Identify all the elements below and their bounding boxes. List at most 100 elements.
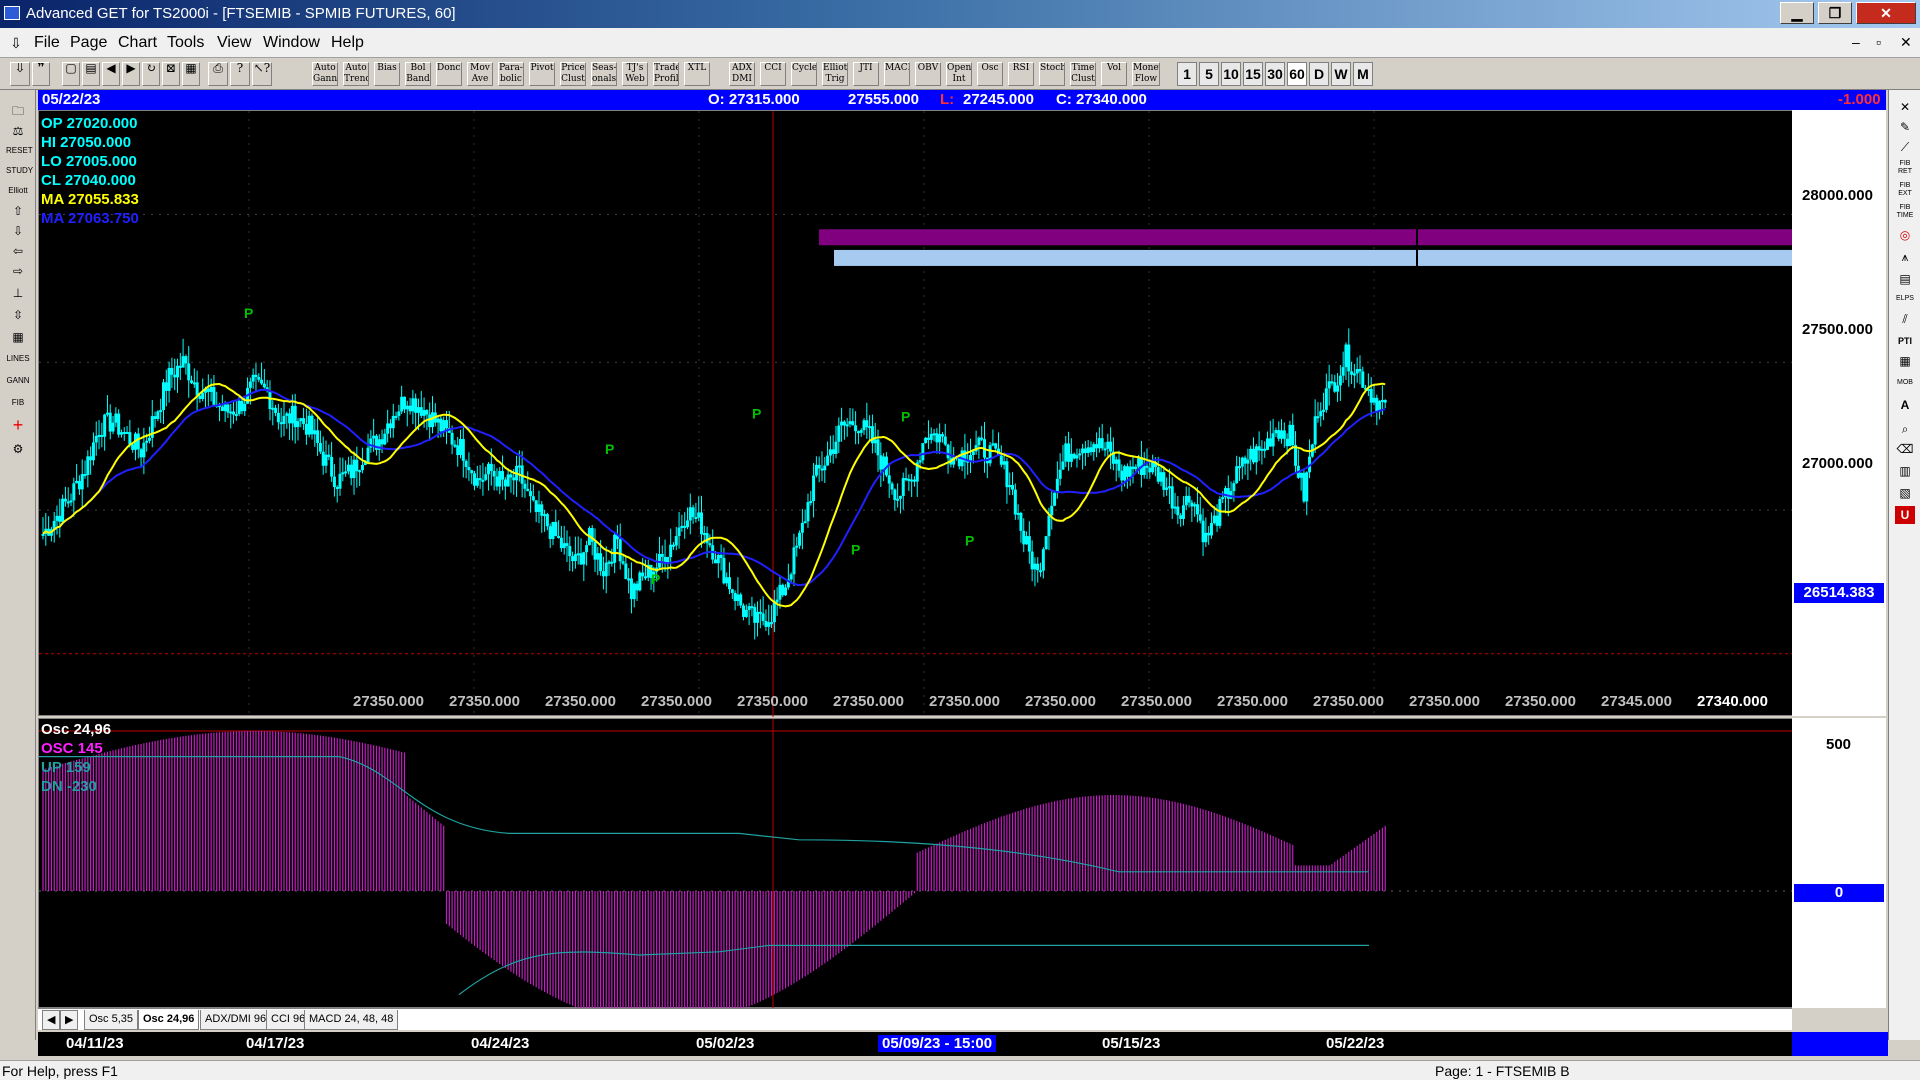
lines-icon[interactable]: LINES: [6, 350, 30, 368]
price-chart[interactable]: P P P P P P P 27350.000 27350.000 27350.000 27350.…: [38, 110, 1886, 717]
gann-fan-icon[interactable]: GANN: [6, 372, 30, 390]
context-help-icon[interactable]: ↖?: [252, 62, 272, 86]
pencil-icon[interactable]: ✎: [1895, 118, 1915, 136]
interval-15[interactable]: 15: [1243, 62, 1263, 86]
menu-window[interactable]: Window: [263, 34, 320, 52]
mdi-restore-button[interactable]: ▫: [1876, 34, 1881, 50]
tool-donch[interactable]: Donch: [436, 62, 462, 86]
interval-60[interactable]: 60: [1287, 62, 1307, 86]
interval-10[interactable]: 10: [1221, 62, 1241, 86]
fib-icon[interactable]: FIB: [6, 394, 30, 412]
tool-open-int[interactable]: Open Int: [946, 62, 972, 86]
oscillator-panel[interactable]: Osc 24,96 OSC 145 UP 159 DN -230: [38, 718, 1886, 1009]
open-icon[interactable]: ▤: [82, 62, 100, 86]
tab-macd[interactable]: MACD 24, 48, 48: [304, 1010, 399, 1030]
interval-30[interactable]: 30: [1265, 62, 1285, 86]
gann-icon[interactable]: ⚖: [6, 122, 30, 140]
delete-icon[interactable]: ⊠: [162, 62, 180, 86]
down-arrow-icon[interactable]: ⇩: [6, 222, 30, 240]
fan-icon[interactable]: ⩚: [1895, 248, 1915, 266]
tool-vol[interactable]: Vol: [1101, 62, 1127, 86]
menu-help[interactable]: Help: [331, 34, 364, 52]
tab-osc-5-35[interactable]: Osc 5,35: [84, 1010, 139, 1030]
menu-file[interactable]: File: [34, 34, 60, 52]
tool-xtl[interactable]: XTL: [684, 62, 710, 86]
text-tool-icon[interactable]: A: [1895, 396, 1915, 414]
data-window-icon[interactable]: ▧: [1895, 484, 1915, 502]
interval-1[interactable]: 1: [1177, 62, 1197, 86]
tool-obv[interactable]: OBV: [915, 62, 941, 86]
back-icon[interactable]: ◀: [102, 62, 120, 86]
tool-auto-gann[interactable]: Auto Gann: [312, 62, 338, 86]
new-page-icon[interactable]: ▢: [62, 62, 80, 86]
close-button[interactable]: ✕: [1856, 2, 1916, 24]
tool-seas-onals[interactable]: Seas-onals: [591, 62, 617, 86]
u-tool-icon[interactable]: U: [1895, 506, 1915, 524]
tool-pivot[interactable]: Pivot: [529, 62, 555, 86]
cross-cursor-icon[interactable]: ✕: [1895, 98, 1915, 116]
magnifier-icon[interactable]: ⌕: [1895, 420, 1915, 438]
restore-button[interactable]: ❐: [1818, 2, 1852, 24]
interval-d[interactable]: D: [1309, 62, 1329, 86]
minimize-button[interactable]: ▁: [1780, 2, 1814, 24]
tab-prev-button[interactable]: ◀: [42, 1010, 61, 1030]
tool-time-clust[interactable]: Time Clust: [1070, 62, 1096, 86]
tool-tj-s-web[interactable]: TJ's Web: [622, 62, 648, 86]
up-arrow-icon[interactable]: ⇧: [6, 202, 30, 220]
trendline-icon[interactable]: ⟋: [1895, 138, 1915, 156]
help-icon[interactable]: ?: [230, 62, 250, 86]
interval-m[interactable]: M: [1353, 62, 1373, 86]
oscillator-scale[interactable]: 500: [1792, 718, 1886, 1008]
zoom-icon[interactable]: ⇳: [6, 306, 30, 324]
tool-rsi[interactable]: RSI: [1008, 62, 1034, 86]
tab-next-button[interactable]: ▶: [60, 1010, 79, 1030]
tool-money-flow[interactable]: Money Flow: [1132, 62, 1160, 86]
interval-w[interactable]: W: [1331, 62, 1351, 86]
mob-icon[interactable]: MOB: [1895, 374, 1915, 392]
reset-icon[interactable]: RESET: [6, 142, 33, 160]
tool-adx-dmi[interactable]: ADX DMI: [729, 62, 755, 86]
study-icon[interactable]: STUDY: [6, 162, 33, 180]
grid-tool-icon[interactable]: ▦: [1895, 352, 1915, 370]
menu-chart[interactable]: Chart: [118, 34, 157, 52]
elliott-icon[interactable]: Elliott: [6, 182, 30, 200]
menu-page[interactable]: Page: [70, 34, 107, 52]
tool-para-bolic[interactable]: Para-bolic: [498, 62, 524, 86]
fib-time-icon[interactable]: FIB TIME: [1895, 204, 1915, 222]
tab-osc-24-96[interactable]: Osc 24,96: [138, 1010, 200, 1030]
tool-bias[interactable]: Bias: [374, 62, 400, 86]
mdi-minimize-button[interactable]: –: [1852, 34, 1860, 50]
channel-icon[interactable]: ⫽: [1895, 310, 1915, 328]
fib-ext-icon[interactable]: FIB EXT: [1895, 182, 1915, 200]
date-axis[interactable]: 04/11/23 04/17/23 04/24/23 05/02/23 05/0…: [38, 1032, 1792, 1056]
tab-adx-dmi[interactable]: ADX/DMI 96: [200, 1010, 272, 1030]
box-icon[interactable]: ▤: [1895, 270, 1915, 288]
open-folder-icon[interactable]: 🗀: [6, 102, 30, 120]
left-arrow-icon[interactable]: ⇦: [6, 242, 30, 260]
tool-elliott-trig[interactable]: Elliott Trig: [822, 62, 848, 86]
tool-trade-profile[interactable]: Trade Profile: [653, 62, 679, 86]
forward-icon[interactable]: ▶: [122, 62, 140, 86]
ellipse-icon[interactable]: ELPS: [1895, 290, 1915, 308]
tool-jti[interactable]: JTI: [853, 62, 879, 86]
menu-tools[interactable]: Tools: [167, 34, 204, 52]
table-icon[interactable]: ▦: [6, 328, 30, 346]
tool-cycles[interactable]: Cycles: [791, 62, 817, 86]
grid-icon[interactable]: ▦: [182, 62, 200, 86]
oscillator-canvas[interactable]: [39, 719, 1793, 1009]
tool-price-clust[interactable]: Price Clust: [560, 62, 586, 86]
pointer-icon[interactable]: ⇩: [10, 62, 30, 86]
tool-mov-ave[interactable]: Mov Ave: [467, 62, 493, 86]
tool-bol-band[interactable]: Bol Band: [405, 62, 431, 86]
price-chart-canvas[interactable]: P P P P P P P 27350.000 27350.000 27350.000 27350.…: [39, 111, 1793, 717]
interval-5[interactable]: 5: [1199, 62, 1219, 86]
eraser-icon[interactable]: ⌫: [1895, 440, 1915, 458]
calculator-icon[interactable]: ▥: [1895, 462, 1915, 480]
price-scale[interactable]: 28000.000 27500.000 27000.000: [1792, 110, 1886, 716]
crosshair-icon[interactable]: +: [6, 416, 30, 434]
tool-cci[interactable]: CCI: [760, 62, 786, 86]
bars-icon[interactable]: ⊥: [6, 284, 30, 302]
fib-ret-icon[interactable]: FIB RET: [1895, 160, 1915, 178]
refresh-icon[interactable]: ↻: [142, 62, 160, 86]
pti-icon[interactable]: PTI: [1895, 332, 1915, 350]
